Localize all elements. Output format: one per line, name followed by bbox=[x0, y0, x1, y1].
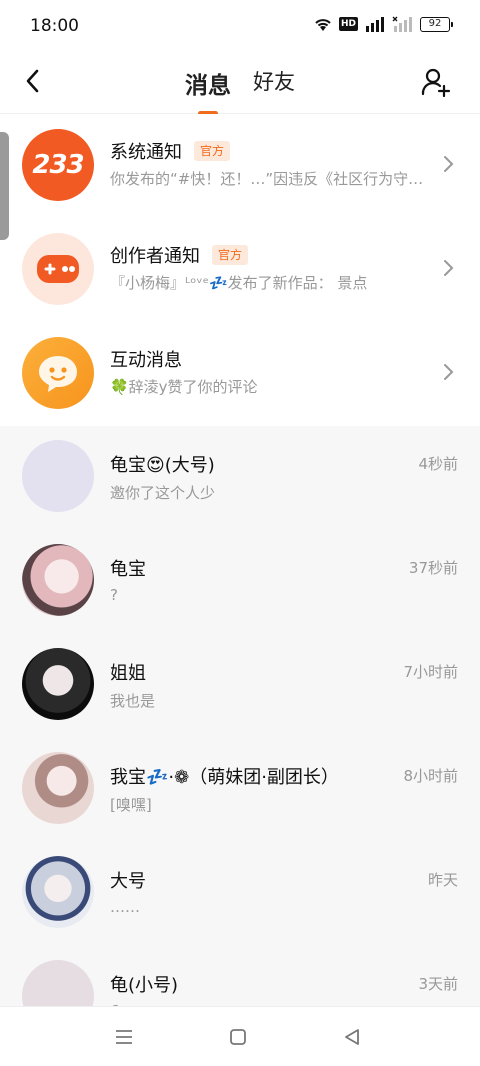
chat-name: 姐姐 bbox=[110, 663, 146, 684]
chat-name: 我宝💤·❁（萌妹团·副团长） bbox=[110, 767, 339, 788]
chat-last-message: [嗅嘿] bbox=[110, 796, 152, 814]
chat-bubble-icon bbox=[39, 356, 77, 392]
official-badge: 官方 bbox=[212, 245, 249, 265]
chat-time: 昨天 bbox=[427, 871, 458, 889]
add-friend-icon bbox=[421, 68, 451, 98]
chat-time: 37秒前 bbox=[408, 559, 458, 577]
chat-row[interactable]: 龟宝 ? 37秒前 bbox=[0, 530, 480, 634]
avatar bbox=[22, 544, 94, 616]
system-notification-title: 系统通知 bbox=[110, 142, 182, 163]
avatar bbox=[22, 648, 94, 720]
chat-name: 龟宝😍(大号) bbox=[110, 455, 215, 476]
interaction-message-title: 互动消息 bbox=[110, 350, 182, 371]
avatar bbox=[22, 752, 94, 824]
tab-messages[interactable]: 消息 bbox=[185, 62, 231, 116]
creator-notification-preview: 『小杨梅』ᴸᵒᵛᵉ💤发布了新作品： 景点 bbox=[110, 274, 368, 292]
notification-title: 互动消息 bbox=[110, 346, 182, 372]
chat-last-message: 我也是 bbox=[110, 692, 156, 710]
interaction-message-preview: 🍀辞淩y赞了你的评论 bbox=[110, 378, 258, 396]
chat-name: 龟(小号) bbox=[110, 975, 179, 996]
avatar bbox=[22, 440, 94, 512]
signal-5g-icon bbox=[364, 16, 386, 32]
notification-title: 系统通知 官方 bbox=[110, 138, 231, 164]
interaction-message-row[interactable]: 互动消息 🍀辞淩y赞了你的评论 bbox=[0, 322, 480, 426]
wifi-icon bbox=[313, 16, 333, 32]
chat-time: 3天前 bbox=[418, 975, 458, 993]
chat-time: 8小时前 bbox=[403, 767, 458, 785]
chat-row[interactable]: 大号 …… 昨天 bbox=[0, 842, 480, 946]
chat-last-message: ? bbox=[110, 586, 118, 604]
chat-name: 龟宝 bbox=[110, 559, 146, 580]
chat-last-message: …… bbox=[110, 898, 140, 916]
system-nav-bar bbox=[0, 1006, 480, 1066]
chat-time: 7小时前 bbox=[403, 663, 458, 681]
avatar bbox=[22, 856, 94, 928]
chat-last-message: 邀你了这个人少 bbox=[110, 484, 216, 502]
official-badge: 官方 bbox=[194, 141, 231, 161]
chat-row[interactable]: 龟宝😍(大号) 邀你了这个人少 4秒前 bbox=[0, 426, 480, 530]
chat-list[interactable]: 龟宝😍(大号) 邀你了这个人少 4秒前 龟宝 ? 37秒前 姐姐 我也是 7小时… bbox=[0, 426, 480, 1006]
battery-icon: 92 bbox=[420, 16, 453, 32]
tab-friends-label: 好友 bbox=[253, 70, 295, 94]
status-icons: HD 92 bbox=[313, 16, 453, 32]
creator-notification-title: 创作者通知 bbox=[110, 246, 200, 267]
chat-row[interactable]: 姐姐 我也是 7小时前 bbox=[0, 634, 480, 738]
avatar-233-logo: 233 bbox=[32, 150, 84, 180]
menu-icon[interactable] bbox=[112, 1025, 136, 1049]
tab-bar: 消息 好友 bbox=[0, 62, 480, 116]
system-notification-avatar: 233 bbox=[22, 129, 94, 201]
chevron-right-icon bbox=[444, 260, 454, 276]
add-friend-button[interactable] bbox=[420, 66, 452, 98]
chevron-right-icon bbox=[444, 364, 454, 380]
back-triangle-icon[interactable] bbox=[340, 1025, 364, 1049]
signal-secondary-icon bbox=[392, 16, 414, 32]
status-bar: 18:00 HD 92 bbox=[0, 0, 480, 52]
chevron-right-icon bbox=[444, 156, 454, 172]
system-notification-row[interactable]: 233 系统通知 官方 你发布的“#快！还！…”因违反《社区行为守则》 bbox=[0, 114, 480, 218]
chat-row[interactable]: 我宝💤·❁（萌妹团·副团长） [嗅嘿] 8小时前 bbox=[0, 738, 480, 842]
creator-notification-row[interactable]: 创作者通知 官方 『小杨梅』ᴸᵒᵛᵉ💤发布了新作品： 景点 bbox=[0, 218, 480, 322]
chat-time: 4秒前 bbox=[418, 455, 458, 473]
side-drawer-handle[interactable] bbox=[0, 132, 9, 240]
status-time: 18:00 bbox=[30, 16, 79, 36]
tab-friends[interactable]: 好友 bbox=[253, 62, 295, 104]
creator-notification-avatar bbox=[22, 233, 94, 305]
header: 消息 好友 bbox=[0, 52, 480, 116]
notification-list: 233 系统通知 官方 你发布的“#快！还！…”因违反《社区行为守则》 创作者通… bbox=[0, 114, 480, 426]
notification-title: 创作者通知 官方 bbox=[110, 242, 249, 268]
home-square-icon[interactable] bbox=[226, 1025, 250, 1049]
hd-network-badge: HD bbox=[338, 17, 358, 31]
gamepad-icon bbox=[37, 255, 79, 283]
chat-row[interactable]: 龟(小号) 6 3天前 bbox=[0, 946, 480, 1006]
chat-name: 大号 bbox=[110, 871, 146, 892]
avatar bbox=[22, 960, 94, 1006]
interaction-message-avatar bbox=[22, 337, 94, 409]
system-notification-preview: 你发布的“#快！还！…”因违反《社区行为守则》 bbox=[110, 170, 430, 188]
tab-messages-label: 消息 bbox=[185, 73, 231, 99]
